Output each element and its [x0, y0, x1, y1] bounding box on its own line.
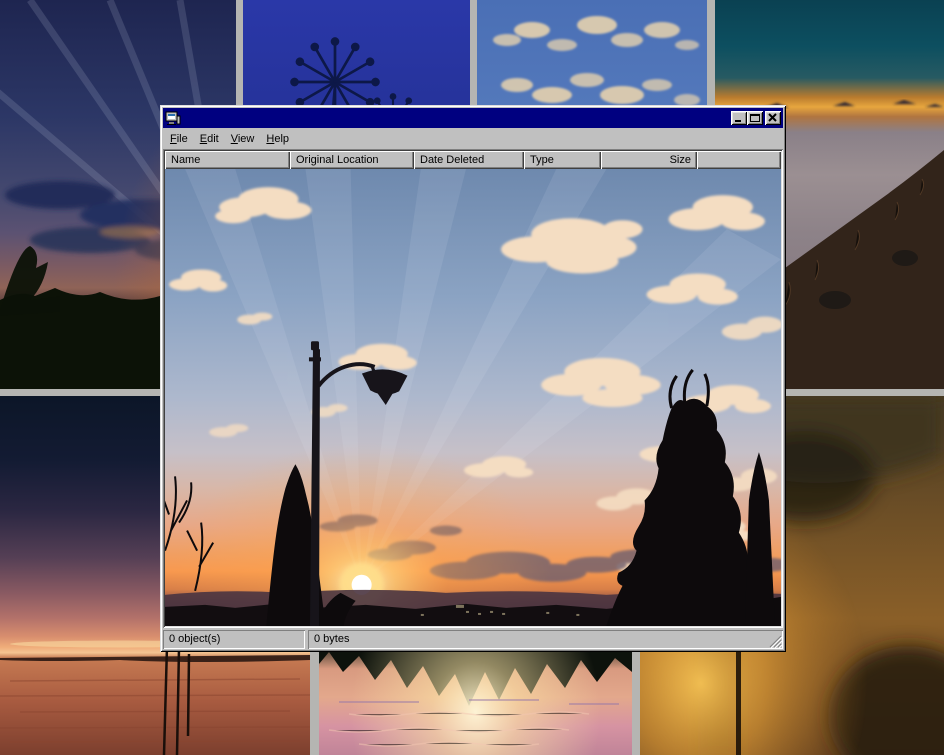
list-view: Name Original Location Date Deleted Type…: [163, 149, 783, 628]
column-headers: Name Original Location Date Deleted Type…: [165, 151, 781, 169]
recycle-bin-window: File Edit View Help Name Original Locati…: [160, 105, 786, 652]
menu-bar: File Edit View Help: [163, 128, 783, 149]
column-header-size[interactable]: Size: [601, 151, 697, 169]
maximize-button[interactable]: [747, 111, 763, 125]
column-header-original-location[interactable]: Original Location: [290, 151, 414, 169]
menu-edit[interactable]: Edit: [194, 131, 225, 147]
computer-icon[interactable]: [165, 110, 181, 126]
column-header-name[interactable]: Name: [165, 151, 290, 169]
status-bar: 0 object(s) 0 bytes: [163, 630, 783, 649]
file-list-area-sunset-photo[interactable]: [165, 169, 781, 626]
menu-help[interactable]: Help: [260, 131, 295, 147]
column-header-filler: [697, 151, 781, 169]
close-button[interactable]: [765, 111, 781, 125]
desktop[interactable]: File Edit View Help Name Original Locati…: [0, 0, 944, 755]
column-header-type[interactable]: Type: [524, 151, 601, 169]
menu-view[interactable]: View: [225, 131, 261, 147]
menu-file[interactable]: File: [164, 131, 194, 147]
status-bytes: 0 bytes: [308, 630, 783, 649]
window-controls: [731, 111, 781, 125]
window-titlebar[interactable]: [163, 108, 783, 128]
status-bytes-text: 0 bytes: [314, 633, 349, 645]
minimize-button[interactable]: [731, 111, 747, 125]
column-header-date-deleted[interactable]: Date Deleted: [414, 151, 524, 169]
resize-grip[interactable]: [769, 635, 782, 648]
status-objects: 0 object(s): [163, 630, 305, 649]
